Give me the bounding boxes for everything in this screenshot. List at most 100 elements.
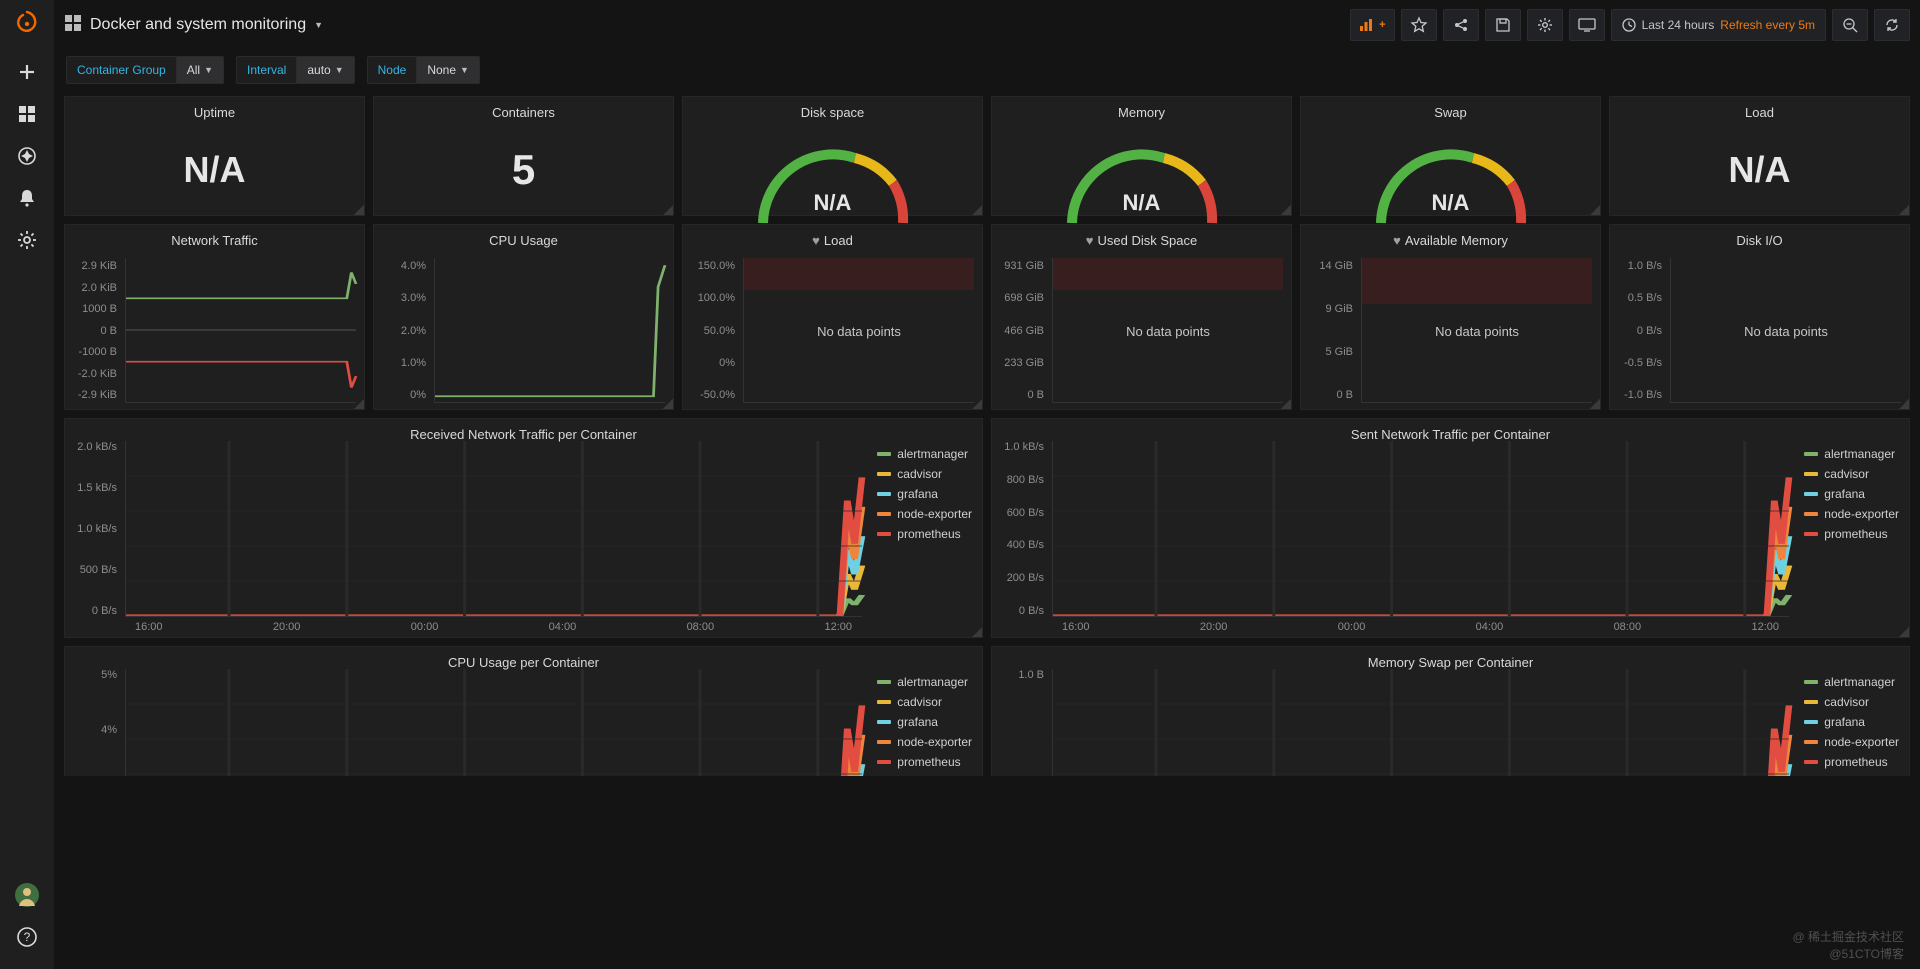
plot-area: No data points xyxy=(743,258,974,403)
grafana-logo[interactable] xyxy=(11,8,43,40)
svg-text:?: ? xyxy=(24,930,31,944)
legend-item[interactable]: prometheus xyxy=(1804,527,1899,541)
resize-handle[interactable] xyxy=(1590,205,1600,215)
legend-item[interactable]: alertmanager xyxy=(877,675,972,689)
star-button[interactable] xyxy=(1401,9,1437,41)
resize-handle[interactable] xyxy=(1281,205,1291,215)
resize-handle[interactable] xyxy=(354,205,364,215)
legend-item[interactable]: prometheus xyxy=(877,527,972,541)
panel-memory-swap-per-container[interactable]: Memory Swap per Container 1.0 B0.5 B ale… xyxy=(991,646,1910,776)
resize-handle[interactable] xyxy=(1899,399,1909,409)
panel-memory[interactable]: Memory N/A xyxy=(991,96,1292,216)
legend-item[interactable]: alertmanager xyxy=(1804,447,1899,461)
resize-handle[interactable] xyxy=(663,399,673,409)
app-sidebar: ? xyxy=(0,0,54,969)
time-range-label: Last 24 hours xyxy=(1642,18,1715,32)
gauge: N/A xyxy=(743,138,923,228)
plot-area xyxy=(1052,441,1789,617)
breadcrumb[interactable]: Docker and system monitoring ▼ xyxy=(64,14,323,37)
x-axis: 16:0020:0000:0004:0008:0012:00 xyxy=(1052,619,1789,637)
legend-item[interactable]: grafana xyxy=(1804,715,1899,729)
panel-load[interactable]: ♥Load 150.0%100.0%50.0%0%-50.0% No data … xyxy=(682,224,983,410)
legend-item[interactable]: alertmanager xyxy=(877,447,972,461)
resize-handle[interactable] xyxy=(1281,399,1291,409)
legend-item[interactable]: node-exporter xyxy=(1804,507,1899,521)
y-axis: 1.0 B0.5 B xyxy=(992,669,1050,776)
legend-item[interactable]: grafana xyxy=(877,715,972,729)
legend-item[interactable]: node-exporter xyxy=(1804,735,1899,749)
legend-item[interactable]: cadvisor xyxy=(877,695,972,709)
panel-load[interactable]: Load N/A xyxy=(1609,96,1910,216)
legend-item[interactable]: cadvisor xyxy=(1804,695,1899,709)
panel-disk-i-o[interactable]: Disk I/O 1.0 B/s0.5 B/s0 B/s-0.5 B/s-1.0… xyxy=(1609,224,1910,410)
configuration-icon[interactable] xyxy=(7,220,47,260)
chart-legend: alertmanager cadvisor grafana node-exporter… xyxy=(877,447,972,541)
row-stats: Uptime N/A Containers 5 Disk space N/A M… xyxy=(64,96,1910,216)
clock-icon xyxy=(1622,18,1636,32)
row-network-per-container: Received Network Traffic per Container 2… xyxy=(64,418,1910,638)
panel-sent-network-traffic-per-container[interactable]: Sent Network Traffic per Container 1.0 k… xyxy=(991,418,1910,638)
legend-item[interactable]: prometheus xyxy=(1804,755,1899,769)
resize-handle[interactable] xyxy=(972,205,982,215)
resize-handle[interactable] xyxy=(1899,627,1909,637)
page-title: Docker and system monitoring xyxy=(90,16,306,34)
panel-available-memory[interactable]: ♥Available Memory 14 GiB9 GiB5 GiB0 B No… xyxy=(1300,224,1601,410)
resize-handle[interactable] xyxy=(663,205,673,215)
y-axis: 150.0%100.0%50.0%0%-50.0% xyxy=(683,252,741,409)
legend-item[interactable]: cadvisor xyxy=(1804,467,1899,481)
time-range-button[interactable]: Last 24 hours Refresh every 5m xyxy=(1611,9,1826,41)
panel-network-traffic[interactable]: Network Traffic 2.9 KiB2.0 KiB1000 B0 B-… xyxy=(64,224,365,410)
save-button[interactable] xyxy=(1485,9,1521,41)
legend-item[interactable]: grafana xyxy=(877,487,972,501)
plot-area: No data points xyxy=(1670,258,1901,403)
plot-area: No data points xyxy=(1361,258,1592,403)
chart-legend: alertmanager cadvisor grafana node-exporter… xyxy=(877,675,972,769)
legend-item[interactable]: alertmanager xyxy=(1804,675,1899,689)
resize-handle[interactable] xyxy=(1899,205,1909,215)
user-avatar[interactable] xyxy=(7,875,47,915)
var-container-group[interactable]: Container Group All▼ xyxy=(66,56,224,84)
resize-handle[interactable] xyxy=(354,399,364,409)
cycle-view-button[interactable] xyxy=(1569,9,1605,41)
alerting-icon[interactable] xyxy=(7,178,47,218)
explore-icon[interactable] xyxy=(7,136,47,176)
panel-swap[interactable]: Swap N/A xyxy=(1300,96,1601,216)
legend-item[interactable]: node-exporter xyxy=(877,735,972,749)
var-node[interactable]: Node None▼ xyxy=(367,56,480,84)
create-icon[interactable] xyxy=(7,52,47,92)
help-icon[interactable]: ? xyxy=(7,917,47,957)
refresh-button[interactable] xyxy=(1874,9,1910,41)
panel-received-network-traffic-per-container[interactable]: Received Network Traffic per Container 2… xyxy=(64,418,983,638)
zoom-out-button[interactable] xyxy=(1832,9,1868,41)
heart-icon: ♥ xyxy=(812,233,820,248)
share-button[interactable] xyxy=(1443,9,1479,41)
resize-handle[interactable] xyxy=(1590,399,1600,409)
dashboards-icon[interactable] xyxy=(7,94,47,134)
resize-handle[interactable] xyxy=(972,399,982,409)
legend-item[interactable]: prometheus xyxy=(877,755,972,769)
panel-used-disk-space[interactable]: ♥Used Disk Space 931 GiB698 GiB466 GiB23… xyxy=(991,224,1292,410)
settings-button[interactable] xyxy=(1527,9,1563,41)
plot-area xyxy=(1052,669,1789,776)
panel-cpu-usage[interactable]: CPU Usage 4.0%3.0%2.0%1.0%0% xyxy=(373,224,674,410)
panel-disk space[interactable]: Disk space N/A xyxy=(682,96,983,216)
add-panel-button[interactable]: + xyxy=(1350,9,1394,41)
resize-handle[interactable] xyxy=(972,627,982,637)
plot-area: No data points xyxy=(1052,258,1283,403)
plot-area xyxy=(125,669,862,776)
var-interval[interactable]: Interval auto▼ xyxy=(236,56,355,84)
dashboards-nav-icon xyxy=(64,14,82,37)
panel-cpu-usage-per-container[interactable]: CPU Usage per Container 5%4%3%2% alertma… xyxy=(64,646,983,776)
panel-uptime[interactable]: Uptime N/A xyxy=(64,96,365,216)
panel-containers[interactable]: Containers 5 xyxy=(373,96,674,216)
legend-item[interactable]: grafana xyxy=(1804,487,1899,501)
topbar: Docker and system monitoring ▼ + Last 24… xyxy=(54,0,1920,50)
y-axis: 2.9 KiB2.0 KiB1000 B0 B-1000 B-2.0 KiB-2… xyxy=(65,252,123,409)
legend-item[interactable]: node-exporter xyxy=(877,507,972,521)
heart-icon: ♥ xyxy=(1086,233,1094,248)
gauge: N/A xyxy=(1361,138,1541,228)
template-variables-bar: Container Group All▼ Interval auto▼ Node… xyxy=(54,50,1920,90)
refresh-interval-label: Refresh every 5m xyxy=(1720,18,1815,32)
legend-item[interactable]: cadvisor xyxy=(877,467,972,481)
dashboard-grid: Uptime N/A Containers 5 Disk space N/A M… xyxy=(54,90,1920,782)
